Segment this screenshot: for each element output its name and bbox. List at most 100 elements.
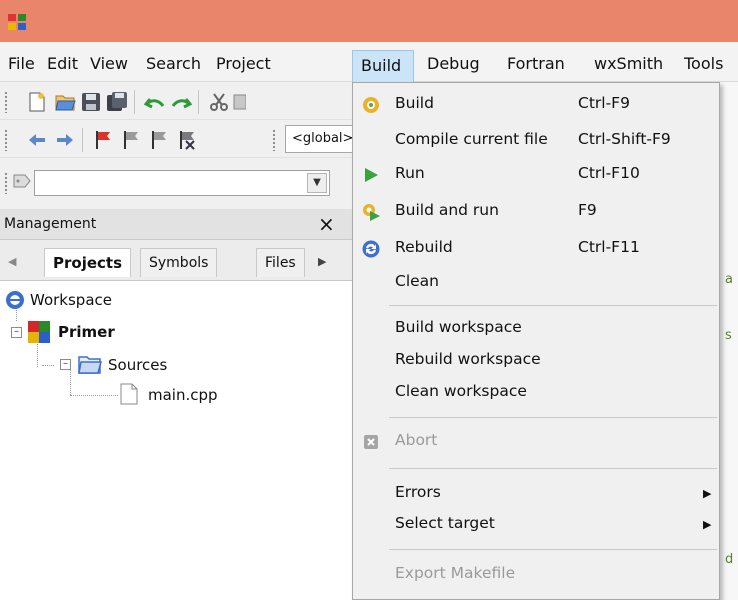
- open-file-icon[interactable]: [54, 91, 76, 113]
- toolbar-grip[interactable]: [4, 172, 8, 194]
- menu-separator: [389, 305, 717, 306]
- tab-scroll-left-icon[interactable]: ◀: [8, 255, 16, 268]
- bookmark-flag-icon[interactable]: [92, 129, 114, 151]
- menu-item-shortcut: Ctrl-F9: [578, 94, 630, 112]
- menu-item-label: Rebuild workspace: [395, 350, 541, 368]
- menu-edit[interactable]: Edit: [47, 52, 78, 78]
- management-title: Management: [4, 216, 97, 232]
- menu-item-build-workspace[interactable]: Build workspace: [353, 313, 719, 345]
- menu-item-clean-workspace[interactable]: Clean workspace: [353, 377, 719, 409]
- toolbar-separator: [198, 90, 199, 114]
- tab-files[interactable]: Files: [256, 248, 305, 277]
- menu-item-label: Run: [395, 164, 425, 182]
- tree-item-file[interactable]: main.cpp: [148, 383, 218, 407]
- clear-bookmarks-icon[interactable]: [176, 129, 198, 151]
- tag-icon: [13, 174, 31, 188]
- cut-icon[interactable]: [208, 91, 230, 113]
- editor-area: a s d: [718, 82, 738, 600]
- menu-item-shortcut: Ctrl-F11: [578, 238, 640, 256]
- collapse-icon[interactable]: –: [60, 359, 71, 370]
- menu-separator: [389, 468, 717, 469]
- toolbar-grip[interactable]: [272, 129, 276, 151]
- build-menu-dropdown: Build Ctrl-F9 Compile current file Ctrl-…: [352, 82, 720, 600]
- toolbar-grip[interactable]: [4, 129, 8, 151]
- play-icon: [365, 168, 378, 182]
- project-tree: Workspace – Primer – Sources main.cpp: [0, 280, 352, 600]
- tree-item-project[interactable]: Primer: [58, 320, 115, 344]
- menu-item-label: Clean workspace: [395, 382, 527, 400]
- workspace-icon: [6, 291, 24, 309]
- project-icon: [28, 321, 50, 343]
- menu-item-label: Build and run: [395, 201, 499, 219]
- menu-item-label: Build workspace: [395, 318, 522, 336]
- menu-wxsmith[interactable]: wxSmith: [594, 52, 663, 78]
- tab-symbols[interactable]: Symbols: [140, 248, 218, 277]
- menu-item-shortcut: Ctrl-F10: [578, 164, 640, 182]
- back-arrow-icon[interactable]: [26, 129, 48, 151]
- tab-projects[interactable]: Projects: [44, 248, 132, 277]
- menu-item-export-makefile: Export Makefile: [353, 559, 719, 591]
- management-tabs: ◀ Projects Symbols Files ▶: [0, 240, 352, 280]
- menu-item-select-target[interactable]: Select target ▶: [353, 509, 719, 541]
- menu-debug[interactable]: Debug: [427, 52, 480, 78]
- abort-icon: [364, 435, 378, 449]
- menu-item-shortcut: F9: [578, 201, 597, 219]
- menu-item-label: Select target: [395, 514, 495, 532]
- redo-icon[interactable]: [170, 91, 192, 113]
- save-icon[interactable]: [80, 91, 102, 113]
- menu-item-abort: Abort: [353, 426, 719, 458]
- chevron-down-icon[interactable]: ▼: [307, 173, 327, 193]
- copy-icon[interactable]: [232, 91, 246, 113]
- menu-item-build-and-run[interactable]: Build and run F9: [353, 196, 719, 228]
- file-icon: [120, 383, 138, 405]
- menu-item-clean[interactable]: Clean: [353, 267, 719, 299]
- new-file-icon[interactable]: [26, 91, 48, 113]
- menu-item-rebuild-workspace[interactable]: Rebuild workspace: [353, 345, 719, 377]
- menu-separator: [389, 549, 717, 550]
- close-icon[interactable]: ×: [318, 212, 335, 236]
- search-combobox[interactable]: ▼: [34, 170, 330, 196]
- editor-fragment: d: [725, 552, 734, 567]
- menu-item-run[interactable]: Run Ctrl-F10: [353, 159, 719, 191]
- menu-item-label: Build: [395, 94, 434, 112]
- menu-item-label: Abort: [395, 431, 438, 449]
- collapse-icon[interactable]: –: [11, 327, 22, 338]
- toolbar-separator: [134, 90, 135, 114]
- tree-item-workspace[interactable]: Workspace: [30, 288, 112, 312]
- menu-item-compile-current-file[interactable]: Compile current file Ctrl-Shift-F9: [353, 125, 719, 157]
- codeblocks-logo-icon: [8, 14, 26, 30]
- forward-arrow-icon[interactable]: [54, 129, 76, 151]
- editor-fragment: a: [725, 272, 733, 287]
- menu-item-rebuild[interactable]: Rebuild Ctrl-F11: [353, 233, 719, 265]
- main-toolbar: [0, 82, 352, 120]
- menu-fortran[interactable]: Fortran: [507, 52, 565, 78]
- save-all-icon[interactable]: [106, 91, 128, 113]
- title-bar: [0, 0, 738, 42]
- toolbar-grip[interactable]: [4, 91, 8, 113]
- folder-open-icon: [78, 356, 102, 374]
- menu-search[interactable]: Search: [146, 52, 201, 78]
- menu-project[interactable]: Project: [216, 52, 271, 78]
- toolbar-separator: [82, 128, 83, 152]
- menu-item-build[interactable]: Build Ctrl-F9: [353, 89, 719, 121]
- menu-view[interactable]: View: [90, 52, 128, 78]
- menu-item-shortcut: Ctrl-Shift-F9: [578, 130, 671, 148]
- undo-icon[interactable]: [144, 91, 166, 113]
- gear-icon: [363, 97, 379, 113]
- menu-tools[interactable]: Tools: [684, 52, 736, 78]
- menu-build[interactable]: Build: [352, 50, 414, 82]
- menu-item-errors[interactable]: Errors ▶: [353, 478, 719, 510]
- editor-fragment: s: [725, 328, 732, 343]
- menu-bar: File Edit View Search Project Build Debu…: [0, 42, 738, 82]
- prev-bookmark-icon[interactable]: [120, 129, 142, 151]
- next-bookmark-icon[interactable]: [148, 129, 170, 151]
- menu-separator: [389, 417, 717, 418]
- submenu-arrow-icon: ▶: [703, 518, 712, 531]
- submenu-arrow-icon: ▶: [703, 487, 712, 500]
- menu-item-label: Rebuild: [395, 238, 453, 256]
- tree-item-folder[interactable]: Sources: [108, 353, 167, 377]
- menu-file[interactable]: File: [8, 52, 35, 78]
- management-panel-header: Management ×: [0, 210, 352, 240]
- tab-scroll-right-icon[interactable]: ▶: [318, 255, 326, 268]
- menu-item-label: Export Makefile: [395, 564, 516, 582]
